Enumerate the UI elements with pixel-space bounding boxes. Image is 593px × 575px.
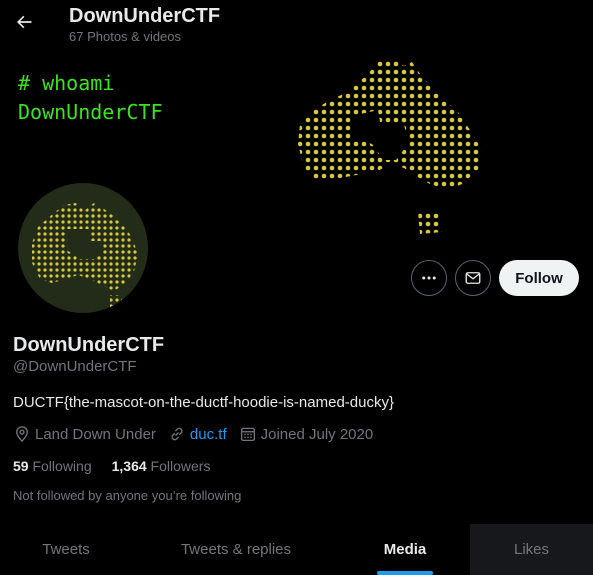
website-item[interactable]: duc.tf — [168, 425, 227, 443]
location-item: Land Down Under — [13, 425, 156, 443]
profile-bio: DUCTF{the-mascot-on-the-ductf-hoodie-is-… — [13, 394, 394, 411]
message-button[interactable] — [455, 260, 491, 296]
following-count: 59 — [13, 458, 29, 474]
profile-stats: 59 Following 1,364 Followers — [13, 458, 230, 474]
profile-tabs: Tweets Tweets & replies Media Likes — [0, 524, 593, 575]
envelope-icon — [465, 272, 481, 284]
profile-meta: Land Down Under duc.tf Joined July 2020 — [13, 425, 385, 443]
tab-tweets-replies[interactable]: Tweets & replies — [132, 524, 340, 575]
website-link[interactable]: duc.tf — [190, 426, 227, 443]
following-stat[interactable]: 59 Following — [13, 458, 92, 474]
active-tab-indicator — [377, 571, 433, 575]
avatar[interactable] — [15, 178, 153, 316]
profile-handle: @DownUnderCTF — [13, 358, 137, 375]
link-icon — [171, 427, 183, 441]
joined-item: Joined July 2020 — [239, 425, 374, 443]
page-title: DownUnderCTF — [69, 5, 221, 27]
joined-text: Joined July 2020 — [260, 425, 374, 443]
followed-by-note: Not followed by anyone you’re following — [13, 488, 242, 503]
top-header: DownUnderCTF 67 Photos & videos — [0, 0, 593, 52]
avatar-image — [18, 183, 148, 313]
location-text: Land Down Under — [35, 425, 156, 443]
media-count: 67 Photos & videos — [69, 29, 182, 44]
followers-count: 1,364 — [111, 458, 147, 474]
tab-likes-label: Likes — [513, 541, 550, 558]
tab-tweets-label: Tweets — [42, 541, 90, 558]
calendar-icon — [240, 427, 255, 442]
follow-button[interactable]: Follow — [499, 260, 579, 296]
tab-media-label: Media — [383, 541, 427, 558]
tab-media[interactable]: Media — [340, 524, 470, 575]
location-pin-icon — [16, 426, 28, 443]
more-button[interactable] — [411, 260, 447, 296]
following-label: Following — [32, 458, 92, 474]
tab-tweets[interactable]: Tweets — [0, 524, 132, 575]
tab-likes[interactable]: Likes — [470, 524, 593, 575]
tab-tweets-replies-label: Tweets & replies — [180, 541, 292, 558]
more-icon — [422, 276, 436, 280]
back-arrow-icon[interactable] — [12, 10, 36, 34]
followers-label: Followers — [150, 458, 211, 474]
followers-stat[interactable]: 1,364 Followers — [112, 458, 211, 474]
profile-name: DownUnderCTF — [13, 334, 165, 356]
australia-logo-icon — [32, 203, 138, 307]
